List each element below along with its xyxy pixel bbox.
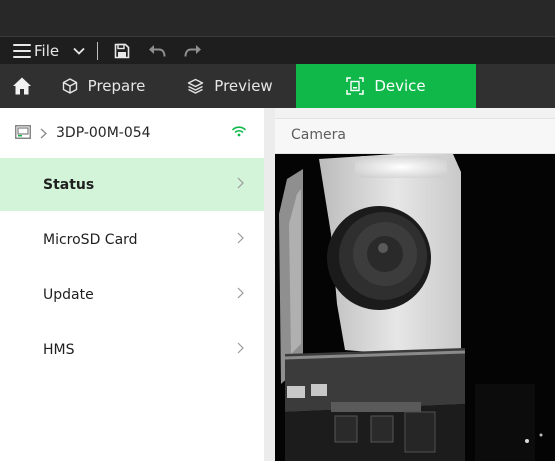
layers-icon [188, 78, 204, 94]
sidebar-item-label: Update [43, 286, 94, 303]
camera-feed-image [275, 154, 555, 461]
pane-divider[interactable] [264, 108, 275, 461]
menu-bar: File [0, 36, 555, 64]
chevron-right-icon [40, 128, 47, 138]
tab-device-label: Device [374, 77, 426, 95]
home-tab[interactable] [0, 64, 43, 108]
tab-bar-filler [476, 64, 555, 108]
sidebar-item-label: HMS [43, 341, 75, 358]
file-menu[interactable]: File [34, 42, 59, 60]
camera-header: Camera [275, 118, 555, 154]
tab-prepare-label: Prepare [87, 77, 146, 95]
undo-icon[interactable] [148, 44, 166, 58]
device-sidebar: 3DP-00M-054 Status MicroSD Card Update H… [0, 108, 264, 461]
sidebar-item-status[interactable]: Status [0, 158, 264, 211]
hamburger-menu-icon[interactable] [13, 43, 31, 58]
camera-feed[interactable] [275, 154, 555, 461]
sidebar-item-hms[interactable]: HMS [0, 323, 264, 376]
sidebar-item-update[interactable]: Update [0, 268, 264, 321]
tab-preview[interactable]: Preview [164, 64, 296, 108]
printer-selector[interactable]: 3DP-00M-054 [0, 108, 264, 158]
camera-panel: Camera [275, 108, 555, 461]
chevron-right-icon [237, 342, 244, 354]
printer-name: 3DP-00M-054 [56, 125, 151, 141]
sidebar-item-label: MicroSD Card [43, 231, 138, 248]
chevron-right-icon [237, 287, 244, 299]
printer-icon [15, 124, 31, 143]
chevron-right-icon [237, 232, 244, 244]
tab-prepare[interactable]: Prepare [43, 64, 164, 108]
main-tab-bar: Prepare Preview Device [0, 64, 555, 108]
menu-separator [97, 41, 99, 60]
wifi-icon [232, 126, 246, 137]
tab-device[interactable]: Device [296, 64, 476, 108]
window-title-bar [0, 0, 555, 36]
sidebar-item-label: Status [43, 176, 95, 193]
cube-icon [62, 78, 77, 94]
chevron-right-icon [237, 177, 244, 189]
redo-icon[interactable] [184, 44, 202, 58]
chevron-down-icon[interactable] [73, 47, 85, 55]
home-icon [12, 77, 31, 95]
save-icon[interactable] [114, 43, 130, 59]
camera-title: Camera [291, 127, 346, 143]
tab-preview-label: Preview [214, 77, 273, 95]
device-icon [346, 77, 365, 95]
sidebar-item-microsd-card[interactable]: MicroSD Card [0, 213, 264, 266]
